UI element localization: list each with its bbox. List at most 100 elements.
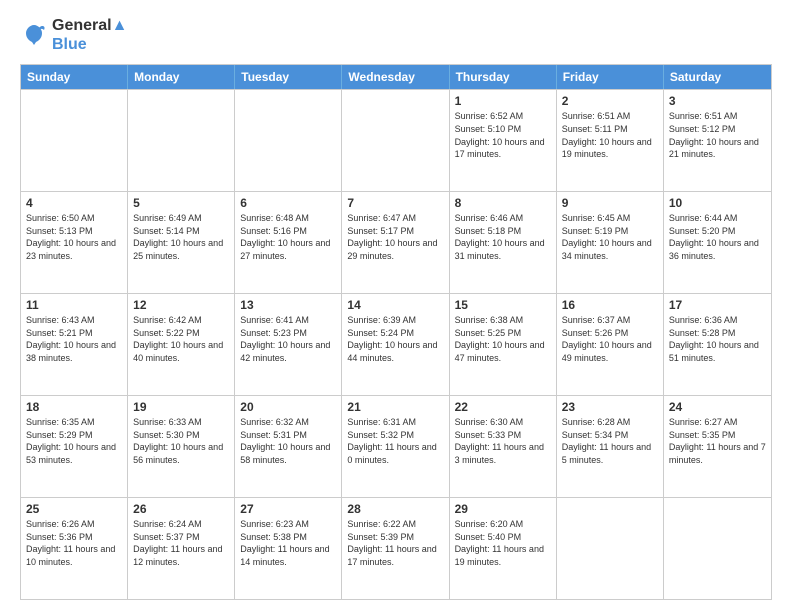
- logo-text: General▲ Blue: [52, 16, 127, 54]
- cell-day-number: 12: [133, 298, 229, 312]
- calendar-cell: 15 Sunrise: 6:38 AM Sunset: 5:25 PM Dayli…: [450, 294, 557, 395]
- calendar-week-1: 4 Sunrise: 6:50 AM Sunset: 5:13 PM Daylig…: [21, 191, 771, 293]
- cell-daylight-info: Sunrise: 6:26 AM Sunset: 5:36 PM Dayligh…: [26, 518, 122, 568]
- calendar-cell: 1 Sunrise: 6:52 AM Sunset: 5:10 PM Daylig…: [450, 90, 557, 191]
- cell-daylight-info: Sunrise: 6:24 AM Sunset: 5:37 PM Dayligh…: [133, 518, 229, 568]
- header: General▲ Blue: [20, 16, 772, 54]
- calendar-cell: 10Sunrise: 6:44 AM Sunset: 5:20 PM Dayli…: [664, 192, 771, 293]
- calendar-cell: 18 Sunrise: 6:35 AM Sunset: 5:29 PM Dayli…: [21, 396, 128, 497]
- calendar-cell: [21, 90, 128, 191]
- cell-day-number: 19: [133, 400, 229, 414]
- cell-day-number: 8: [455, 196, 551, 210]
- calendar-cell: 24Sunrise: 6:27 AM Sunset: 5:35 PM Dayli…: [664, 396, 771, 497]
- calendar-week-4: 25Sunrise: 6:26 AM Sunset: 5:36 PM Dayli…: [21, 497, 771, 599]
- cell-daylight-info: Sunrise: 6:45 AM Sunset: 5:19 PM Dayligh…: [562, 212, 658, 262]
- header-cell-monday: Monday: [128, 65, 235, 89]
- cell-daylight-info: Sunrise: 6:35 AM Sunset: 5:29 PM Dayligh…: [26, 416, 122, 466]
- calendar-cell: 21Sunrise: 6:31 AM Sunset: 5:32 PM Dayli…: [342, 396, 449, 497]
- calendar-cell: 8 Sunrise: 6:46 AM Sunset: 5:18 PM Daylig…: [450, 192, 557, 293]
- header-cell-saturday: Saturday: [664, 65, 771, 89]
- cell-day-number: 6: [240, 196, 336, 210]
- cell-day-number: 3: [669, 94, 766, 108]
- cell-daylight-info: Sunrise: 6:27 AM Sunset: 5:35 PM Dayligh…: [669, 416, 766, 466]
- header-cell-tuesday: Tuesday: [235, 65, 342, 89]
- cell-day-number: 20: [240, 400, 336, 414]
- calendar-cell: 5 Sunrise: 6:49 AM Sunset: 5:14 PM Daylig…: [128, 192, 235, 293]
- calendar-cell: 9 Sunrise: 6:45 AM Sunset: 5:19 PM Daylig…: [557, 192, 664, 293]
- cell-day-number: 14: [347, 298, 443, 312]
- header-cell-friday: Friday: [557, 65, 664, 89]
- cell-daylight-info: Sunrise: 6:23 AM Sunset: 5:38 PM Dayligh…: [240, 518, 336, 568]
- cell-daylight-info: Sunrise: 6:47 AM Sunset: 5:17 PM Dayligh…: [347, 212, 443, 262]
- cell-day-number: 9: [562, 196, 658, 210]
- cell-day-number: 10: [669, 196, 766, 210]
- logo-icon: [20, 21, 48, 49]
- calendar-week-2: 11 Sunrise: 6:43 AM Sunset: 5:21 PM Dayli…: [21, 293, 771, 395]
- cell-daylight-info: Sunrise: 6:31 AM Sunset: 5:32 PM Dayligh…: [347, 416, 443, 466]
- cell-day-number: 22: [455, 400, 551, 414]
- cell-daylight-info: Sunrise: 6:22 AM Sunset: 5:39 PM Dayligh…: [347, 518, 443, 568]
- calendar-cell: [128, 90, 235, 191]
- cell-daylight-info: Sunrise: 6:32 AM Sunset: 5:31 PM Dayligh…: [240, 416, 336, 466]
- calendar-cell: 6 Sunrise: 6:48 AM Sunset: 5:16 PM Daylig…: [235, 192, 342, 293]
- cell-daylight-info: Sunrise: 6:41 AM Sunset: 5:23 PM Dayligh…: [240, 314, 336, 364]
- cell-daylight-info: Sunrise: 6:48 AM Sunset: 5:16 PM Dayligh…: [240, 212, 336, 262]
- cell-daylight-info: Sunrise: 6:51 AM Sunset: 5:12 PM Dayligh…: [669, 110, 766, 160]
- cell-daylight-info: Sunrise: 6:39 AM Sunset: 5:24 PM Dayligh…: [347, 314, 443, 364]
- calendar-week-0: 1 Sunrise: 6:52 AM Sunset: 5:10 PM Daylig…: [21, 89, 771, 191]
- cell-daylight-info: Sunrise: 6:20 AM Sunset: 5:40 PM Dayligh…: [455, 518, 551, 568]
- cell-day-number: 5: [133, 196, 229, 210]
- cell-day-number: 29: [455, 502, 551, 516]
- cell-daylight-info: Sunrise: 6:52 AM Sunset: 5:10 PM Dayligh…: [455, 110, 551, 160]
- cell-daylight-info: Sunrise: 6:42 AM Sunset: 5:22 PM Dayligh…: [133, 314, 229, 364]
- cell-day-number: 4: [26, 196, 122, 210]
- cell-day-number: 13: [240, 298, 336, 312]
- cell-day-number: 17: [669, 298, 766, 312]
- logo: General▲ Blue: [20, 16, 127, 54]
- cell-daylight-info: Sunrise: 6:37 AM Sunset: 5:26 PM Dayligh…: [562, 314, 658, 364]
- cell-day-number: 7: [347, 196, 443, 210]
- cell-daylight-info: Sunrise: 6:43 AM Sunset: 5:21 PM Dayligh…: [26, 314, 122, 364]
- calendar-cell: 12 Sunrise: 6:42 AM Sunset: 5:22 PM Dayli…: [128, 294, 235, 395]
- calendar-cell: 2Sunrise: 6:51 AM Sunset: 5:11 PM Daylig…: [557, 90, 664, 191]
- calendar: SundayMondayTuesdayWednesdayThursdayFrid…: [20, 64, 772, 600]
- calendar-cell: 26 Sunrise: 6:24 AM Sunset: 5:37 PM Dayli…: [128, 498, 235, 599]
- calendar-cell: 11 Sunrise: 6:43 AM Sunset: 5:21 PM Dayli…: [21, 294, 128, 395]
- cell-daylight-info: Sunrise: 6:38 AM Sunset: 5:25 PM Dayligh…: [455, 314, 551, 364]
- calendar-cell: 28Sunrise: 6:22 AM Sunset: 5:39 PM Dayli…: [342, 498, 449, 599]
- calendar-cell: [235, 90, 342, 191]
- cell-day-number: 15: [455, 298, 551, 312]
- calendar-cell: 29 Sunrise: 6:20 AM Sunset: 5:40 PM Dayli…: [450, 498, 557, 599]
- calendar-cell: [664, 498, 771, 599]
- calendar-cell: 13 Sunrise: 6:41 AM Sunset: 5:23 PM Dayli…: [235, 294, 342, 395]
- cell-daylight-info: Sunrise: 6:36 AM Sunset: 5:28 PM Dayligh…: [669, 314, 766, 364]
- calendar-cell: 20 Sunrise: 6:32 AM Sunset: 5:31 PM Dayli…: [235, 396, 342, 497]
- cell-daylight-info: Sunrise: 6:51 AM Sunset: 5:11 PM Dayligh…: [562, 110, 658, 160]
- cell-day-number: 16: [562, 298, 658, 312]
- cell-day-number: 26: [133, 502, 229, 516]
- calendar-cell: [557, 498, 664, 599]
- cell-day-number: 23: [562, 400, 658, 414]
- header-cell-wednesday: Wednesday: [342, 65, 449, 89]
- calendar-cell: 27 Sunrise: 6:23 AM Sunset: 5:38 PM Dayli…: [235, 498, 342, 599]
- calendar-cell: 23 Sunrise: 6:28 AM Sunset: 5:34 PM Dayli…: [557, 396, 664, 497]
- calendar-cell: 22Sunrise: 6:30 AM Sunset: 5:33 PM Dayli…: [450, 396, 557, 497]
- cell-day-number: 1: [455, 94, 551, 108]
- cell-daylight-info: Sunrise: 6:49 AM Sunset: 5:14 PM Dayligh…: [133, 212, 229, 262]
- calendar-header: SundayMondayTuesdayWednesdayThursdayFrid…: [21, 65, 771, 89]
- cell-day-number: 11: [26, 298, 122, 312]
- calendar-cell: 16 Sunrise: 6:37 AM Sunset: 5:26 PM Dayli…: [557, 294, 664, 395]
- calendar-cell: 19Sunrise: 6:33 AM Sunset: 5:30 PM Dayli…: [128, 396, 235, 497]
- calendar-cell: 14 Sunrise: 6:39 AM Sunset: 5:24 PM Dayli…: [342, 294, 449, 395]
- cell-daylight-info: Sunrise: 6:50 AM Sunset: 5:13 PM Dayligh…: [26, 212, 122, 262]
- cell-daylight-info: Sunrise: 6:28 AM Sunset: 5:34 PM Dayligh…: [562, 416, 658, 466]
- cell-day-number: 18: [26, 400, 122, 414]
- calendar-week-3: 18 Sunrise: 6:35 AM Sunset: 5:29 PM Dayli…: [21, 395, 771, 497]
- cell-daylight-info: Sunrise: 6:46 AM Sunset: 5:18 PM Dayligh…: [455, 212, 551, 262]
- cell-day-number: 27: [240, 502, 336, 516]
- header-cell-sunday: Sunday: [21, 65, 128, 89]
- calendar-cell: 4 Sunrise: 6:50 AM Sunset: 5:13 PM Daylig…: [21, 192, 128, 293]
- calendar-body: 1 Sunrise: 6:52 AM Sunset: 5:10 PM Daylig…: [21, 89, 771, 599]
- calendar-cell: 25Sunrise: 6:26 AM Sunset: 5:36 PM Dayli…: [21, 498, 128, 599]
- calendar-cell: 7 Sunrise: 6:47 AM Sunset: 5:17 PM Daylig…: [342, 192, 449, 293]
